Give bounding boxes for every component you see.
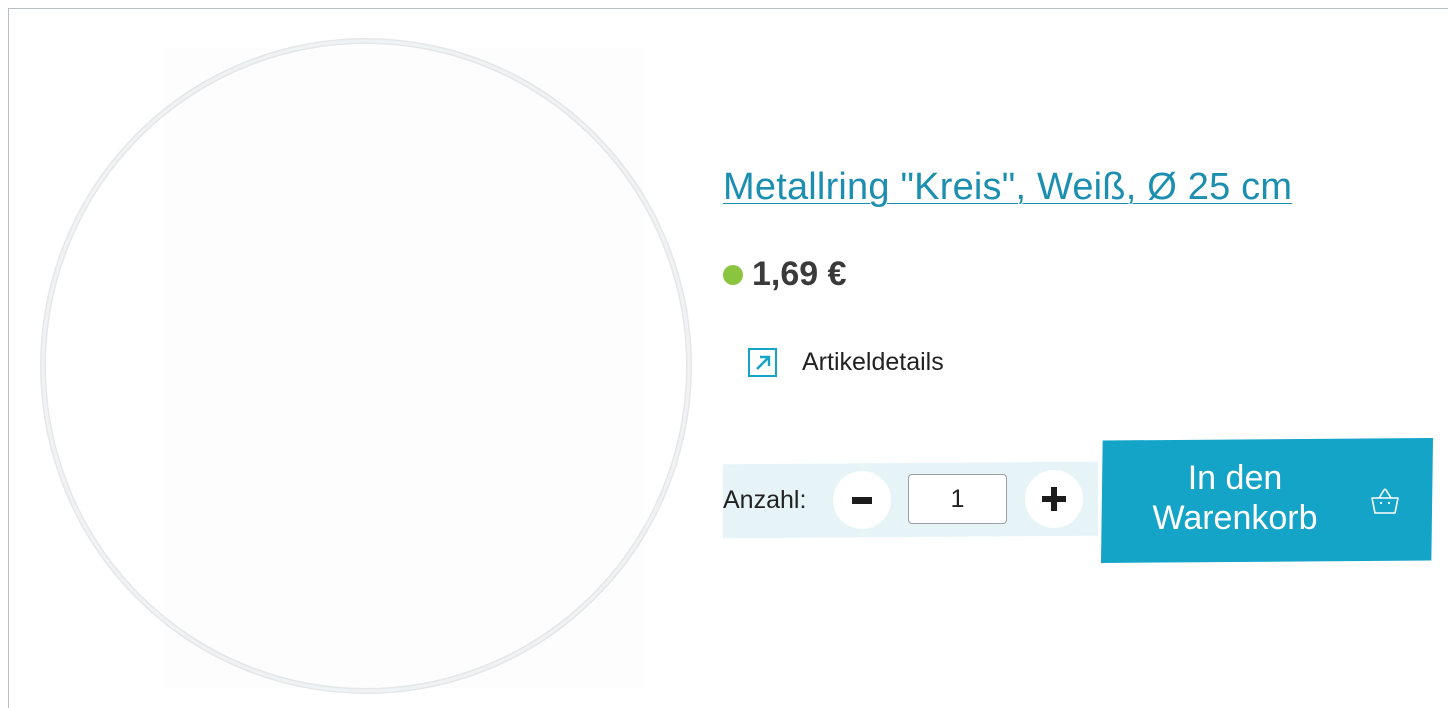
basket-icon — [1369, 486, 1401, 521]
article-details-link[interactable]: Artikeldetails — [748, 348, 944, 377]
product-price: 1,69 € — [752, 255, 847, 293]
product-image[interactable] — [24, 28, 694, 698]
quantity-increase-button[interactable] — [1025, 470, 1083, 528]
add-to-cart-label: In den Warenkorb — [1145, 458, 1325, 538]
quantity-input[interactable] — [908, 474, 1007, 524]
add-to-cart-label-line1: In den — [1187, 459, 1283, 497]
stock-status-dot — [723, 264, 743, 285]
add-to-cart-button[interactable]: In den Warenkorb — [1101, 438, 1433, 563]
minus-icon — [852, 496, 872, 504]
quantity-label: Anzahl: — [723, 486, 807, 514]
article-details-label: Artikeldetails — [802, 348, 944, 376]
external-arrow-icon — [748, 348, 777, 377]
plus-icon — [1042, 487, 1066, 511]
product-title-link[interactable]: Metallring "Kreis", Weiß, Ø 25 cm — [723, 166, 1292, 209]
add-to-cart-label-line2: Warenkorb — [1152, 499, 1318, 537]
price-row: 1,69 € — [723, 255, 847, 294]
quantity-decrease-button[interactable] — [833, 471, 891, 529]
